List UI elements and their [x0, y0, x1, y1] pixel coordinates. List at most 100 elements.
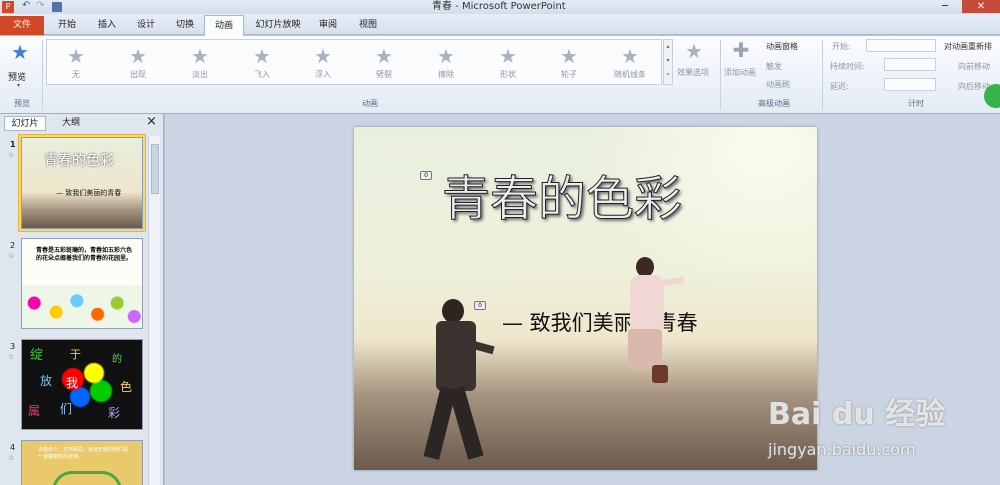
undo-icon[interactable]: ↶ [22, 0, 30, 11]
green-arc-icon [52, 471, 122, 485]
add-animation-label[interactable]: 添加动画 [724, 67, 756, 78]
slide-thumbnail-3[interactable]: 绽 于 放 我 色 属 们 彩 的 [21, 339, 143, 430]
timing-group-label: 计时 [908, 99, 924, 108]
tab-design[interactable]: 设计 [131, 17, 161, 35]
effect-split-label: 劈裂 [376, 70, 392, 79]
gallery-scrollbar[interactable]: ▴ ▾ ▿ [663, 39, 673, 85]
chevron-down-icon: ▾ [17, 82, 21, 89]
anim-marker-icon: ☆ [8, 353, 15, 361]
divider [42, 40, 43, 110]
current-slide[interactable]: 0 青春的色彩 0 — 致我们美丽的青春 [354, 127, 817, 470]
redo-icon[interactable]: ↷ [36, 0, 44, 11]
baidu-watermark-logo: Bai du 经验 [768, 397, 946, 432]
advanced-group-label: 高级动画 [758, 99, 790, 108]
ribbon: ★ 预览 ▾ 预览 ★ 无 ★ 出现 ★ 淡出 ★ 飞入 ★ 浮入 ★ 劈裂 ★… [0, 36, 1000, 114]
save-icon[interactable] [52, 2, 62, 12]
effect-float-in-icon[interactable]: ★ [313, 46, 333, 66]
tab-insert[interactable]: 插入 [92, 17, 122, 35]
thumb-char: 我 [66, 376, 79, 390]
effect-float-in-label: 浮入 [315, 70, 331, 79]
effect-appear-icon[interactable]: ★ [128, 46, 148, 66]
thumb-char: 们 [60, 402, 73, 416]
start-label: 开始: [832, 42, 851, 51]
tab-slideshow[interactable]: 幻灯片放映 [250, 17, 306, 35]
flower-decoration [22, 285, 142, 328]
title-bar: P ↶ ↷ 青春 - Microsoft PowerPoint ─ ✕ [0, 0, 1000, 14]
animation-painter-label[interactable]: 动画刷 [766, 79, 790, 90]
effect-wipe-label: 擦除 [438, 70, 454, 79]
slide-number: 3 [10, 342, 16, 351]
preview-button[interactable]: ★ 预览 ▾ [6, 40, 36, 92]
effect-wipe-icon[interactable]: ★ [436, 46, 456, 66]
window-title: 青春 - Microsoft PowerPoint [432, 1, 566, 12]
effect-fade-label: 淡出 [192, 70, 208, 79]
move-earlier-button[interactable]: 向前移动 [958, 61, 990, 72]
delay-input[interactable] [884, 78, 936, 91]
duration-label: 持续时间: [830, 62, 865, 71]
tab-home[interactable]: 开始 [52, 17, 82, 35]
animation-tag[interactable]: 0 [420, 171, 432, 180]
scroll-thumb[interactable] [151, 144, 159, 194]
minimize-button[interactable]: ─ [934, 0, 956, 13]
green-circle-icon [984, 84, 1000, 108]
tab-slides[interactable]: 幻灯片 [4, 116, 46, 131]
divider [720, 40, 721, 110]
boy-figure [423, 299, 512, 469]
effect-options-label[interactable]: 效果选项 [677, 67, 709, 78]
animation-pane-label[interactable]: 动画窗格 [766, 41, 798, 52]
thumb-char: 放 [40, 374, 53, 388]
anim-marker-icon: ☆ [8, 454, 15, 462]
effect-none-icon[interactable]: ★ [66, 46, 86, 66]
effect-fly-in-icon[interactable]: ★ [252, 46, 272, 66]
slide-number: 2 [10, 241, 16, 250]
baidu-watermark-url: jingyan.baidu.com [768, 440, 916, 459]
tab-view[interactable]: 视图 [353, 17, 383, 35]
thumb-char: 绽 [30, 348, 44, 363]
slide-thumbnail-4[interactable]: 青春年少，无所顾忌，永远年轻的我们是一道靓丽的风景线。 [21, 440, 143, 485]
tab-outline[interactable]: 大纲 [50, 116, 92, 131]
slides-panel: 幻灯片 大纲 × 1 ☆ 青春的色彩 — 致我们美丽的青春 2 ☆ 青春是五彩斑… [0, 114, 164, 485]
effect-shape-icon[interactable]: ★ [498, 46, 518, 66]
animation-group-label: 动画 [362, 99, 378, 108]
thumb-text: 青春年少，无所顾忌，永远年轻的我们是一道靓丽的风景线。 [38, 447, 129, 460]
divider [822, 40, 823, 110]
thumb-title: 青春的色彩 [44, 153, 114, 169]
effect-fade-icon[interactable]: ★ [190, 46, 210, 66]
thumb-subtitle: — 致我们美丽的青春 [56, 189, 122, 197]
effect-wheel-icon[interactable]: ★ [559, 46, 579, 66]
slide-number: 4 [10, 443, 16, 452]
effect-wheel-label: 轮子 [561, 70, 577, 79]
panel-scrollbar[interactable] [148, 136, 160, 485]
effect-options-icon[interactable]: ★ [684, 41, 704, 61]
close-window-button[interactable]: ✕ [962, 0, 1000, 13]
start-select[interactable] [866, 39, 936, 52]
close-panel-button[interactable]: × [146, 114, 157, 129]
tab-review[interactable]: 审阅 [313, 17, 343, 35]
thumb-char: 的 [112, 354, 122, 365]
preview-star-icon: ★ [11, 40, 29, 64]
slide-thumbnail-1[interactable]: 青春的色彩 — 致我们美丽的青春 [21, 137, 143, 229]
tab-transitions[interactable]: 切换 [170, 17, 200, 35]
thumb-char: 彩 [108, 406, 121, 420]
add-animation-icon[interactable]: ✚ [731, 40, 751, 60]
slide-title[interactable]: 青春的色彩 [442, 169, 742, 229]
delay-label: 延迟: [830, 82, 849, 91]
thumb-char: 色 [120, 380, 133, 394]
effect-none-label: 无 [72, 70, 80, 79]
effect-split-icon[interactable]: ★ [374, 46, 394, 66]
reorder-label: 对动画重新排 [944, 42, 992, 51]
tab-animations[interactable]: 动画 [204, 15, 244, 36]
effect-fly-in-label: 飞入 [254, 70, 270, 79]
thumb-char: 于 [70, 348, 81, 361]
effect-shape-label: 形状 [500, 70, 516, 79]
effect-random-bars-label: 随机线条 [614, 70, 646, 79]
trigger-label[interactable]: 触发 [766, 61, 782, 72]
thumb-char: 属 [28, 404, 41, 418]
tab-file[interactable]: 文件 [0, 16, 44, 35]
anim-marker-icon: ☆ [8, 151, 15, 159]
effect-random-bars-icon[interactable]: ★ [620, 46, 640, 66]
slide-thumbnail-2[interactable]: 青春是五彩斑斓的，青春如五彩六色的花朵点缀着我们的青春的花园里。 [21, 238, 143, 329]
anim-marker-icon: ☆ [8, 252, 15, 260]
preview-group-label: 预览 [14, 99, 30, 108]
duration-input[interactable] [884, 58, 936, 71]
